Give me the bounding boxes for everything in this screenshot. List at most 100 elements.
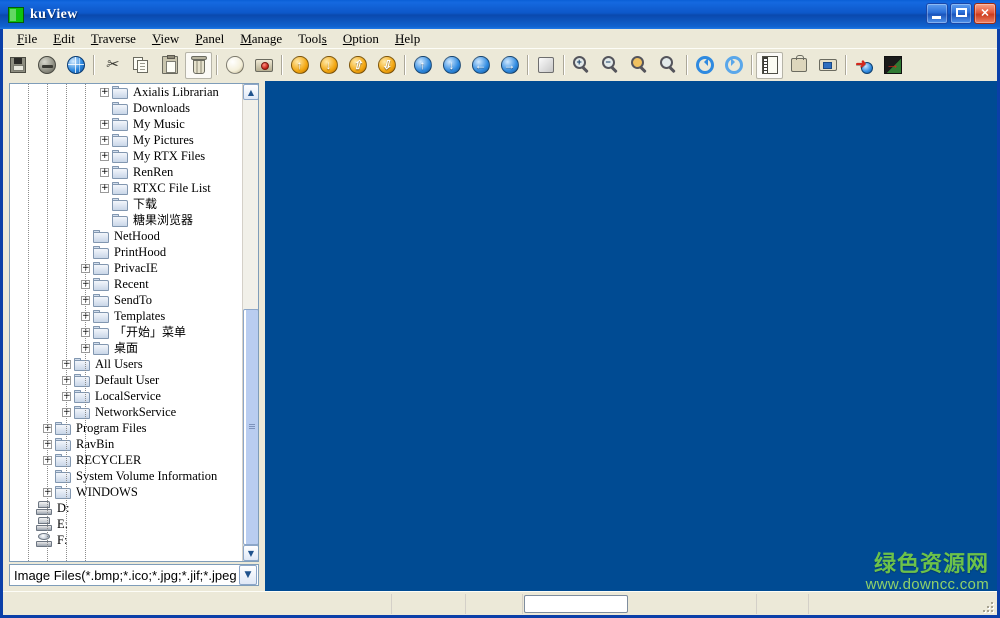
paste-button[interactable] bbox=[156, 52, 183, 79]
tree-item[interactable]: +LocalService bbox=[10, 388, 242, 404]
tree-guide-line bbox=[28, 84, 29, 561]
copy-button[interactable] bbox=[127, 52, 154, 79]
folder-tree[interactable]: + Axialis Librarian Downloads + My Music + My … bbox=[9, 83, 259, 562]
tree-item[interactable]: +Program Files bbox=[10, 420, 242, 436]
wallpaper-button[interactable] bbox=[785, 52, 812, 79]
menu-help[interactable]: Help bbox=[387, 30, 428, 48]
tree-item[interactable]: +RECYCLER bbox=[10, 452, 242, 468]
save-button[interactable] bbox=[4, 52, 31, 79]
expand-toggle-icon[interactable]: + bbox=[100, 87, 109, 97]
tree-item[interactable]: +All Users bbox=[10, 356, 242, 372]
folder-icon bbox=[93, 245, 109, 259]
menu-manage[interactable]: Manage bbox=[232, 30, 290, 48]
tree-item[interactable]: + My Music bbox=[10, 116, 242, 132]
tree-item[interactable]: +Recent bbox=[10, 276, 242, 292]
tree-item[interactable]: +RavBin bbox=[10, 436, 242, 452]
tree-item[interactable]: System Volume Information bbox=[10, 468, 242, 484]
remove-disk-icon bbox=[37, 55, 57, 75]
title-bar[interactable]: kuView ✕ bbox=[0, 0, 1000, 29]
file-list-button[interactable] bbox=[756, 51, 783, 79]
delete-button[interactable] bbox=[185, 51, 212, 79]
nav-up-button[interactable]: ↑ bbox=[409, 52, 436, 79]
first-page-up-icon: ↑ bbox=[290, 55, 310, 75]
send-button[interactable]: ➜ bbox=[850, 52, 877, 79]
exit-button[interactable] bbox=[879, 52, 906, 79]
expand-toggle-icon[interactable]: + bbox=[100, 119, 109, 129]
cut-button[interactable]: ✂ bbox=[98, 52, 125, 79]
minimize-button[interactable] bbox=[926, 3, 948, 24]
menu-edit[interactable]: Edit bbox=[45, 30, 83, 48]
expand-toggle-icon[interactable]: + bbox=[100, 135, 109, 145]
rotate-left-icon bbox=[695, 55, 715, 75]
tree-item[interactable]: +桌面 bbox=[10, 340, 242, 356]
tree-item[interactable]: +Templates bbox=[10, 308, 242, 324]
menu-view[interactable]: View bbox=[144, 30, 187, 48]
file-filter-combo[interactable]: Image Files(*.bmp;*.ico;*.jpg;*.jif;*.jp… bbox=[9, 564, 259, 586]
scroll-down-button[interactable]: ▼ bbox=[243, 545, 258, 561]
nav-next-button[interactable]: → bbox=[496, 52, 523, 79]
tree-item[interactable]: NetHood bbox=[10, 228, 242, 244]
scroll-up-button[interactable]: ▲ bbox=[243, 84, 258, 100]
rotate-left-button[interactable] bbox=[691, 52, 718, 79]
tree-item[interactable]: + My Pictures bbox=[10, 132, 242, 148]
capture-button[interactable] bbox=[250, 52, 277, 79]
tree-vertical-scrollbar[interactable]: ▲ ▼ bbox=[242, 84, 258, 561]
tree-item[interactable]: PrintHood bbox=[10, 244, 242, 260]
close-button[interactable]: ✕ bbox=[974, 3, 996, 24]
tree-item[interactable]: + RTXC File List bbox=[10, 180, 242, 196]
white-ball-button[interactable] bbox=[221, 52, 248, 79]
tree-item-label: NetHood bbox=[114, 229, 160, 243]
toolbar-separator bbox=[683, 54, 690, 76]
tree-item[interactable]: + My RTX Files bbox=[10, 148, 242, 164]
zoom-fit-button[interactable] bbox=[626, 52, 653, 79]
status-input-field[interactable] bbox=[524, 595, 628, 613]
expand-toggle-icon[interactable]: + bbox=[100, 183, 109, 193]
size-grip[interactable] bbox=[981, 600, 995, 614]
tree-item[interactable]: +Default User bbox=[10, 372, 242, 388]
scrollbar-thumb[interactable] bbox=[243, 309, 258, 545]
tree-item[interactable]: +「开始」菜单 bbox=[10, 324, 242, 340]
menu-tools[interactable]: Tools bbox=[290, 30, 335, 48]
jump-bottom-button[interactable]: ⇩ bbox=[373, 52, 400, 79]
menu-option[interactable]: Option bbox=[335, 30, 387, 48]
chevron-down-icon[interactable]: ▼ bbox=[239, 565, 257, 585]
page-up-button[interactable]: ↑ bbox=[286, 52, 313, 79]
tree-item[interactable]: 下载 bbox=[10, 196, 242, 212]
tree-item[interactable]: 糖果浏览器 bbox=[10, 212, 242, 228]
tree-item[interactable]: + Axialis Librarian bbox=[10, 84, 242, 100]
tree-item[interactable]: +PrivacIE bbox=[10, 260, 242, 276]
zoom-reset-button[interactable] bbox=[655, 52, 682, 79]
expand-toggle-icon[interactable]: + bbox=[100, 151, 109, 161]
nav-prev-button[interactable]: ← bbox=[467, 52, 494, 79]
nav-down-button[interactable]: ↓ bbox=[438, 52, 465, 79]
tree-item[interactable]: D: bbox=[10, 500, 242, 516]
zoom-in-button[interactable]: + bbox=[568, 52, 595, 79]
rotate-right-button[interactable] bbox=[720, 52, 747, 79]
jump-top-button[interactable]: ⇧ bbox=[344, 52, 371, 79]
zoom-out-button[interactable]: − bbox=[597, 52, 624, 79]
menu-traverse[interactable]: Traverse bbox=[83, 30, 144, 48]
tree-item[interactable]: F: bbox=[10, 532, 242, 548]
maximize-button[interactable] bbox=[950, 3, 972, 24]
refresh-button[interactable] bbox=[62, 52, 89, 79]
toolbar-separator bbox=[401, 54, 408, 76]
image-canvas[interactable]: 绿色资源网 www.downcc.com bbox=[265, 81, 997, 615]
menu-panel[interactable]: Panel bbox=[187, 30, 232, 48]
menu-file-rest: ile bbox=[24, 30, 38, 46]
tree-item[interactable]: E: bbox=[10, 516, 242, 532]
nav-down-icon: ↓ bbox=[442, 55, 462, 75]
print-button[interactable] bbox=[814, 52, 841, 79]
folder-icon bbox=[112, 149, 128, 163]
client-area: File Edit Traverse View Panel Manage Too… bbox=[3, 29, 997, 615]
page-down-button[interactable]: ↓ bbox=[315, 52, 342, 79]
actual-size-button[interactable] bbox=[532, 52, 559, 79]
tree-item[interactable]: +NetworkService bbox=[10, 404, 242, 420]
tree-item[interactable]: +WINDOWS bbox=[10, 484, 242, 500]
tree-item[interactable]: +SendTo bbox=[10, 292, 242, 308]
tree-item[interactable]: Downloads bbox=[10, 100, 242, 116]
menu-file[interactable]: File bbox=[9, 30, 45, 48]
remove-disk-button[interactable] bbox=[33, 52, 60, 79]
tree-item[interactable]: + RenRen bbox=[10, 164, 242, 180]
expand-toggle-icon[interactable]: + bbox=[100, 167, 109, 177]
status-pane-2 bbox=[391, 594, 465, 614]
